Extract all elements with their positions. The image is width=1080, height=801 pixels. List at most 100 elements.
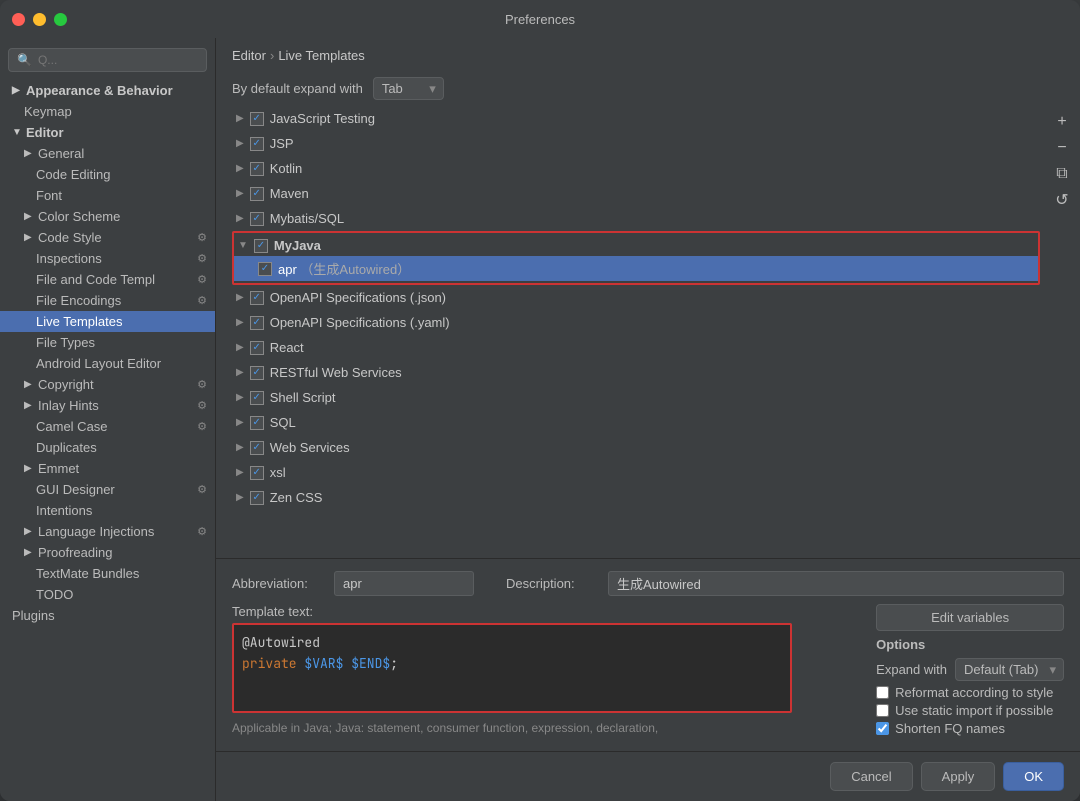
cancel-button[interactable]: Cancel bbox=[830, 762, 912, 791]
sidebar-item-general[interactable]: ▶ General bbox=[0, 143, 215, 164]
group-mybatis-header[interactable]: ▶ Mybatis/SQL bbox=[232, 208, 1080, 229]
sidebar-item-intentions[interactable]: Intentions bbox=[0, 500, 215, 521]
group-restful: ▶ RESTful Web Services bbox=[232, 360, 1080, 385]
checkbox-icon[interactable] bbox=[250, 212, 264, 226]
checkbox-icon[interactable] bbox=[250, 112, 264, 126]
shorten-fq-checkbox-row: Shorten FQ names bbox=[876, 721, 1064, 736]
search-box[interactable]: 🔍 bbox=[8, 48, 207, 72]
sidebar-item-file-types[interactable]: File Types bbox=[0, 332, 215, 353]
group-shell-header[interactable]: ▶ Shell Script bbox=[232, 387, 1080, 408]
code-var: $VAR$ $END$ bbox=[304, 655, 390, 672]
minimize-button[interactable] bbox=[33, 13, 46, 26]
group-sql-header[interactable]: ▶ SQL bbox=[232, 412, 1080, 433]
apply-button[interactable]: Apply bbox=[921, 762, 996, 791]
checkbox-icon[interactable] bbox=[250, 162, 264, 176]
checkbox-icon[interactable] bbox=[250, 291, 264, 305]
sidebar-item-label: File Types bbox=[36, 335, 95, 350]
checkbox-icon[interactable] bbox=[250, 416, 264, 430]
template-item-apr[interactable]: apr （生成Autowired） bbox=[234, 256, 1038, 281]
sidebar-item-font[interactable]: Font bbox=[0, 185, 215, 206]
search-input[interactable] bbox=[38, 53, 198, 67]
title-bar: Preferences bbox=[0, 0, 1080, 38]
static-import-checkbox[interactable] bbox=[876, 704, 889, 717]
sidebar-item-android-layout[interactable]: Android Layout Editor bbox=[0, 353, 215, 374]
sidebar-item-emmet[interactable]: ▶ Emmet bbox=[0, 458, 215, 479]
arrow-icon: ▶ bbox=[236, 492, 244, 503]
checkbox-icon[interactable] bbox=[250, 341, 264, 355]
description-input[interactable] bbox=[608, 571, 1064, 596]
sidebar-item-code-style[interactable]: ▶ Code Style ⚙ bbox=[0, 227, 215, 248]
sidebar-item-label: Plugins bbox=[12, 608, 55, 623]
checkbox-icon[interactable] bbox=[250, 441, 264, 455]
copy-template-button[interactable]: ⧉ bbox=[1048, 162, 1076, 186]
sidebar-item-appearance[interactable]: ▶ Appearance & Behavior bbox=[0, 80, 215, 101]
group-jsp-header[interactable]: ▶ JSP bbox=[232, 133, 1080, 154]
close-button[interactable] bbox=[12, 13, 25, 26]
sidebar-item-label: TextMate Bundles bbox=[36, 566, 139, 581]
checkbox-icon[interactable] bbox=[258, 262, 272, 276]
group-maven-header[interactable]: ▶ Maven bbox=[232, 183, 1080, 204]
sidebar-item-file-code-templ[interactable]: File and Code Templ ⚙ bbox=[0, 269, 215, 290]
group-js-testing-header[interactable]: ▶ JavaScript Testing bbox=[232, 108, 1080, 129]
checkbox-icon[interactable] bbox=[250, 137, 264, 151]
group-restful-header[interactable]: ▶ RESTful Web Services bbox=[232, 362, 1080, 383]
shorten-fq-checkbox[interactable] bbox=[876, 722, 889, 735]
expand-with-select[interactable]: Default (Tab) Tab Enter Space bbox=[955, 658, 1064, 681]
sidebar-item-label: Editor bbox=[26, 125, 64, 140]
reformat-label: Reformat according to style bbox=[895, 685, 1053, 700]
maximize-button[interactable] bbox=[54, 13, 67, 26]
sidebar-item-keymap[interactable]: Keymap bbox=[0, 101, 215, 122]
sidebar-item-plugins[interactable]: Plugins bbox=[0, 605, 215, 626]
group-myjava-header[interactable]: ▼ MyJava bbox=[234, 235, 1038, 256]
checkbox-icon[interactable] bbox=[250, 491, 264, 505]
checkbox-icon[interactable] bbox=[254, 239, 268, 253]
group-openapi-json-header[interactable]: ▶ OpenAPI Specifications (.json) bbox=[232, 287, 1080, 308]
sidebar-item-editor[interactable]: ▼ Editor bbox=[0, 122, 215, 143]
group-xsl-header[interactable]: ▶ xsl bbox=[232, 462, 1080, 483]
sidebar-item-file-encodings[interactable]: File Encodings ⚙ bbox=[0, 290, 215, 311]
remove-template-button[interactable]: − bbox=[1048, 136, 1076, 160]
reformat-checkbox-row: Reformat according to style bbox=[876, 685, 1064, 700]
edit-variables-button[interactable]: Edit variables bbox=[876, 604, 1064, 631]
ok-button[interactable]: OK bbox=[1003, 762, 1064, 791]
sidebar-item-proofreading[interactable]: ▶ Proofreading bbox=[0, 542, 215, 563]
sidebar-item-gui-designer[interactable]: GUI Designer ⚙ bbox=[0, 479, 215, 500]
reformat-checkbox[interactable] bbox=[876, 686, 889, 699]
sidebar-item-code-editing[interactable]: Code Editing bbox=[0, 164, 215, 185]
abbreviation-input[interactable] bbox=[334, 571, 474, 596]
group-react-header[interactable]: ▶ React bbox=[232, 337, 1080, 358]
checkbox-icon[interactable] bbox=[250, 316, 264, 330]
sidebar-item-color-scheme[interactable]: ▶ Color Scheme bbox=[0, 206, 215, 227]
group-mybatis: ▶ Mybatis/SQL bbox=[232, 206, 1080, 231]
sidebar-item-label: Keymap bbox=[24, 104, 72, 119]
sidebar-item-label: Code Style bbox=[38, 230, 102, 245]
sidebar-item-inlay-hints[interactable]: ▶ Inlay Hints ⚙ bbox=[0, 395, 215, 416]
sidebar-item-language-injections[interactable]: ▶ Language Injections ⚙ bbox=[0, 521, 215, 542]
group-zen-css-header[interactable]: ▶ Zen CSS bbox=[232, 487, 1080, 508]
sidebar-item-todo[interactable]: TODO bbox=[0, 584, 215, 605]
arrow-icon: ▼ bbox=[238, 240, 248, 251]
checkbox-icon[interactable] bbox=[250, 366, 264, 380]
template-text-editor[interactable]: @Autowired private $VAR$ $END$; bbox=[232, 623, 792, 713]
sidebar-item-textmate[interactable]: TextMate Bundles bbox=[0, 563, 215, 584]
template-item-label: apr （生成Autowired） bbox=[278, 259, 410, 278]
sidebar-item-live-templates[interactable]: Live Templates bbox=[0, 311, 215, 332]
group-openapi-yaml-header[interactable]: ▶ OpenAPI Specifications (.yaml) bbox=[232, 312, 1080, 333]
arrow-icon: ▶ bbox=[236, 163, 244, 174]
sidebar-item-label: Inlay Hints bbox=[38, 398, 99, 413]
sidebar-item-copyright[interactable]: ▶ Copyright ⚙ bbox=[0, 374, 215, 395]
abbreviation-row: Abbreviation: Description: bbox=[232, 571, 1064, 596]
add-template-button[interactable]: + bbox=[1048, 110, 1076, 134]
group-web-services-header[interactable]: ▶ Web Services bbox=[232, 437, 1080, 458]
sidebar-item-camel-case[interactable]: Camel Case ⚙ bbox=[0, 416, 215, 437]
checkbox-icon[interactable] bbox=[250, 187, 264, 201]
sidebar-item-duplicates[interactable]: Duplicates bbox=[0, 437, 215, 458]
group-label: Shell Script bbox=[270, 390, 336, 405]
checkbox-icon[interactable] bbox=[250, 466, 264, 480]
checkbox-icon[interactable] bbox=[250, 391, 264, 405]
expand-select[interactable]: Tab Enter Space bbox=[373, 77, 444, 100]
group-kotlin-header[interactable]: ▶ Kotlin bbox=[232, 158, 1080, 179]
restore-template-button[interactable]: ↺ bbox=[1048, 188, 1076, 212]
sidebar-item-inspections[interactable]: Inspections ⚙ bbox=[0, 248, 215, 269]
sidebar-item-label: Color Scheme bbox=[38, 209, 120, 224]
